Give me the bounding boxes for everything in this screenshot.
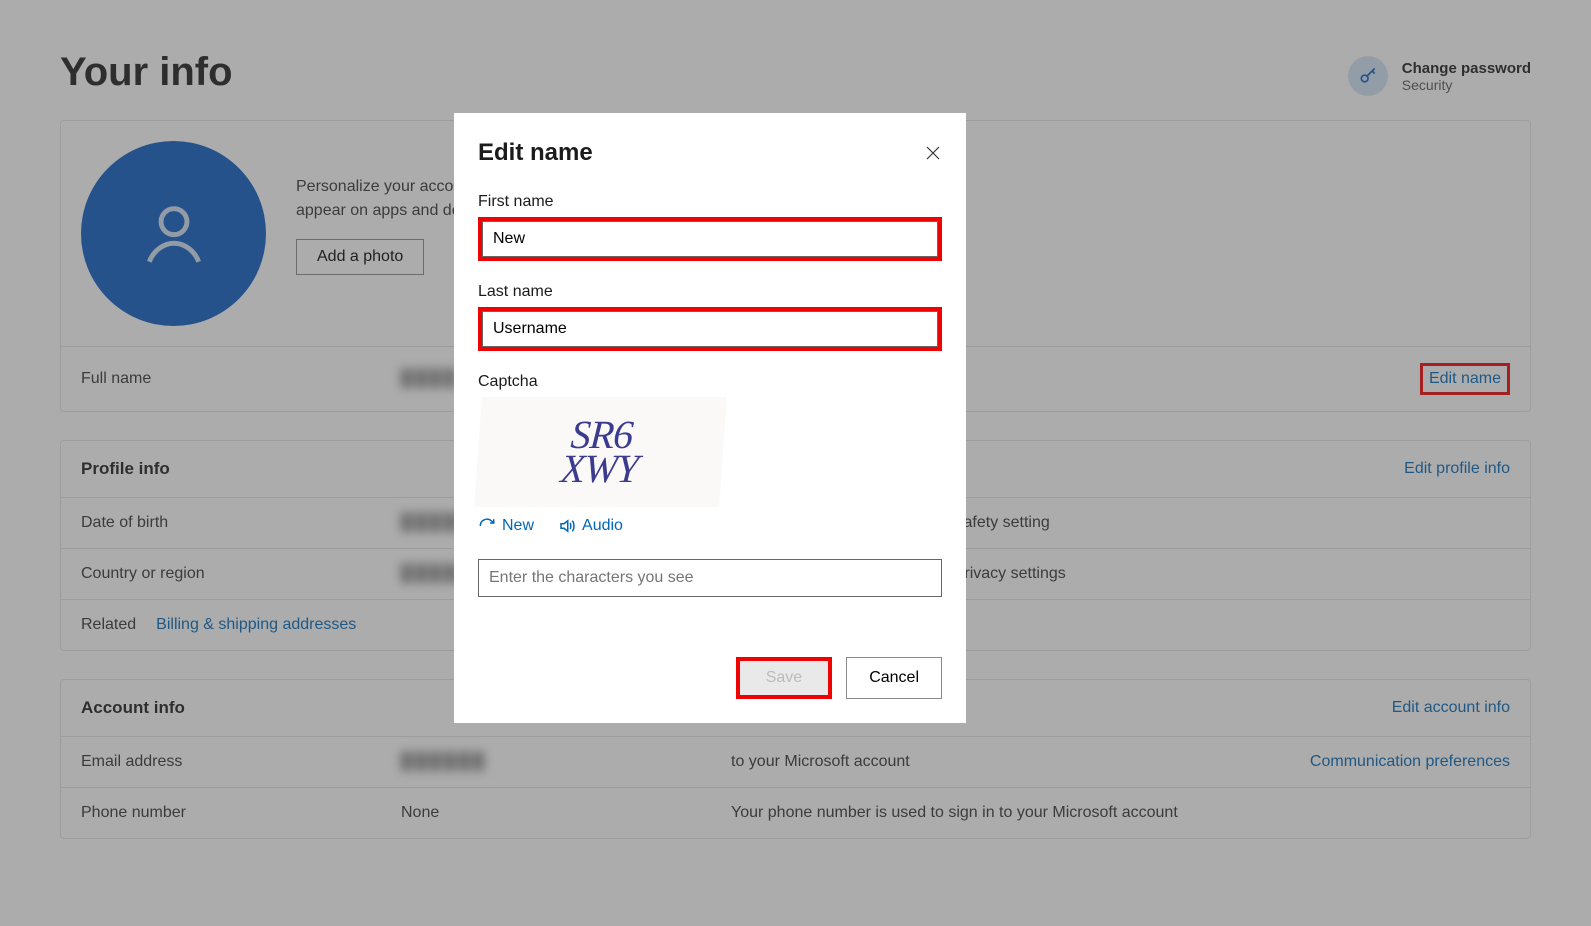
last-name-input[interactable] — [482, 311, 938, 347]
modal-title: Edit name — [478, 139, 593, 167]
first-name-label: First name — [478, 193, 942, 211]
save-button[interactable]: Save — [740, 661, 828, 695]
refresh-icon — [478, 517, 496, 535]
captcha-image: SR6 XWY — [474, 397, 727, 507]
last-name-label: Last name — [478, 283, 942, 301]
edit-name-modal: Edit name First name Last name Captcha S… — [454, 113, 966, 723]
first-name-input[interactable] — [482, 221, 938, 257]
close-icon[interactable] — [924, 144, 942, 162]
captcha-new-button[interactable]: New — [478, 517, 534, 535]
cancel-button[interactable]: Cancel — [846, 657, 942, 699]
captcha-label: Captcha — [478, 373, 942, 391]
captcha-audio-button[interactable]: Audio — [558, 517, 623, 535]
captcha-input[interactable] — [478, 559, 942, 597]
modal-overlay: Edit name First name Last name Captcha S… — [0, 0, 1591, 926]
audio-icon — [558, 517, 576, 535]
